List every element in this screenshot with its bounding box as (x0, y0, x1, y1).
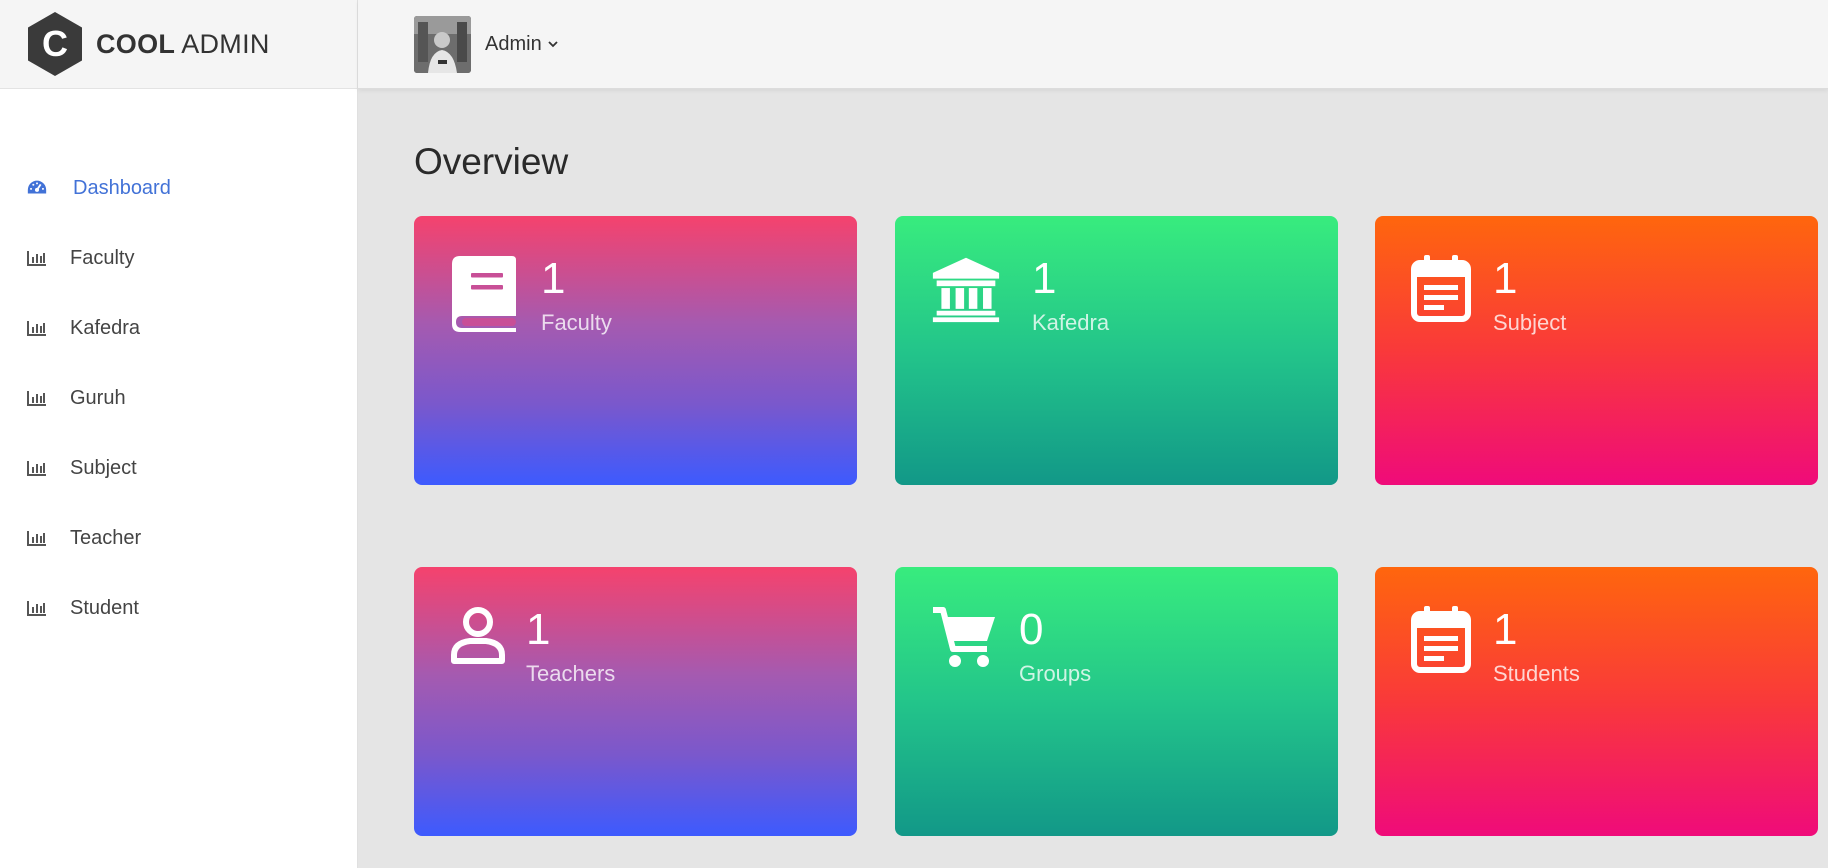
stat-card-students[interactable]: 1 Students (1375, 567, 1818, 836)
sidebar-item-label: Teacher (70, 526, 142, 549)
stat-count: 0 (1019, 605, 1044, 654)
cart-icon (931, 605, 1001, 683)
logo-letter: C (42, 23, 68, 64)
page-title: Overview (414, 141, 569, 182)
stat-label: Teachers (526, 661, 616, 686)
sidebar-item-dashboard[interactable]: Dashboard (0, 153, 357, 223)
calendar-note-icon (1411, 254, 1481, 332)
stat-label: Faculty (541, 310, 612, 335)
person-icon (450, 605, 520, 683)
stat-label: Groups (1019, 661, 1092, 686)
sidebar-item-label: Kafedra (70, 316, 141, 339)
sidebar-item-guruh[interactable]: Guruh (0, 363, 357, 433)
stat-count: 1 (1493, 254, 1518, 303)
bar-chart-icon (26, 319, 48, 337)
brand-name: COOL ADMIN (96, 29, 270, 60)
stat-count: 1 (526, 605, 551, 654)
sidebar: C COOL ADMIN Dashboard Faculty Kafedra G… (0, 0, 358, 868)
logo-hexagon-icon: C (26, 11, 84, 77)
stat-label: Kafedra (1032, 310, 1110, 335)
calendar-note-icon (1411, 605, 1481, 683)
stat-label: Subject (1493, 310, 1567, 335)
sidebar-item-label: Student (70, 596, 139, 619)
stat-count: 1 (1493, 605, 1518, 654)
stat-card-subject[interactable]: 1 Subject (1375, 216, 1818, 485)
stat-count: 1 (541, 254, 566, 303)
stat-card-kafedra[interactable]: 1 Kafedra (895, 216, 1338, 485)
sidebar-item-subject[interactable]: Subject (0, 433, 357, 503)
brand-name-bold: COOL (96, 28, 176, 59)
sidebar-nav: Dashboard Faculty Kafedra Guruh Subject (0, 89, 357, 643)
sidebar-item-label: Faculty (70, 246, 135, 269)
stat-card-faculty[interactable]: 1 Faculty (414, 216, 857, 485)
stat-card-teachers[interactable]: 1 Teachers (414, 567, 857, 836)
dashboard-icon (26, 179, 48, 197)
sidebar-item-kafedra[interactable]: Kafedra (0, 293, 357, 363)
bar-chart-icon (26, 529, 48, 547)
book-icon (450, 254, 520, 332)
bar-chart-icon (26, 459, 48, 477)
stat-count: 1 (1032, 254, 1057, 303)
brand-logo[interactable]: C COOL ADMIN (0, 0, 357, 89)
main-content: Overview 1 Faculty 1 Kafedra 1 Subject 1… (358, 89, 1828, 868)
sidebar-item-teacher[interactable]: Teacher (0, 503, 357, 573)
bar-chart-icon (26, 599, 48, 617)
brand-name-thin: ADMIN (181, 28, 270, 59)
avatar[interactable] (414, 15, 471, 73)
sidebar-item-label: Dashboard (73, 176, 171, 199)
institution-icon (931, 254, 1001, 332)
sidebar-item-label: Subject (70, 456, 137, 479)
bar-chart-icon (26, 389, 48, 407)
top-header: Admin (358, 0, 1828, 89)
sidebar-item-faculty[interactable]: Faculty (0, 223, 357, 293)
user-name: Admin (485, 32, 542, 55)
user-menu-toggle[interactable]: Admin (485, 33, 559, 56)
sidebar-item-label: Guruh (70, 386, 126, 409)
stat-card-groups[interactable]: 0 Groups (895, 567, 1338, 836)
sidebar-item-student[interactable]: Student (0, 573, 357, 643)
stat-label: Students (1493, 661, 1580, 686)
chevron-down-icon (547, 40, 559, 48)
bar-chart-icon (26, 249, 48, 267)
